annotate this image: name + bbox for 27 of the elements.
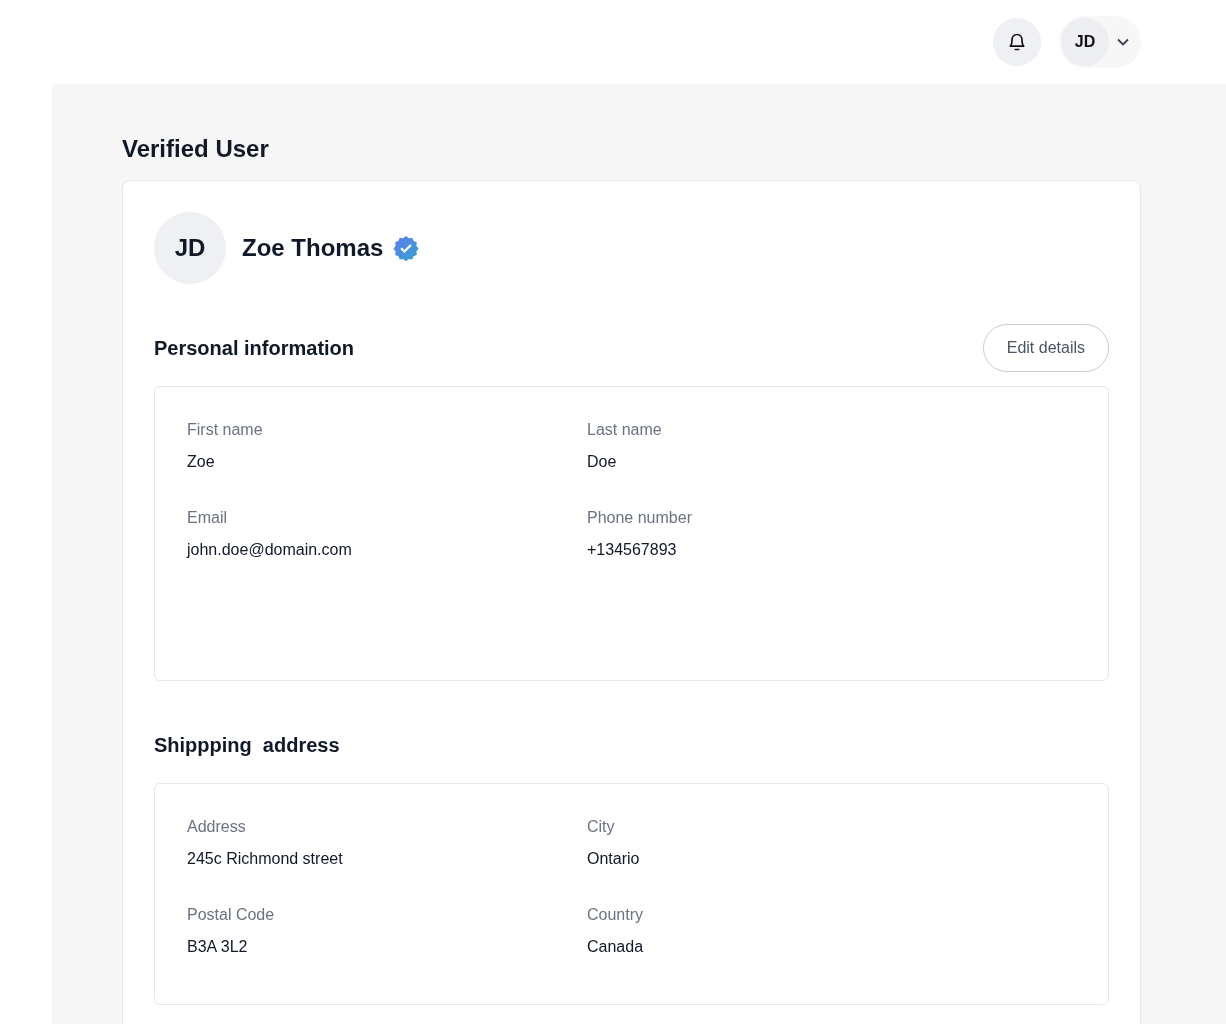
field-value: 245c Richmond street: [187, 850, 343, 868]
field-value: Doe: [587, 453, 617, 471]
field-value: B3A 3L2: [187, 938, 248, 956]
profile-avatar: JD: [154, 212, 226, 284]
field-label: Country: [587, 906, 644, 924]
user-avatar: JD: [1061, 18, 1109, 66]
chevron-down-icon: [1117, 38, 1129, 46]
edit-details-button[interactable]: Edit details: [982, 324, 1109, 372]
section-title: Shippping address: [154, 733, 340, 757]
field-value: Zoe: [187, 453, 215, 471]
field-label: First name: [187, 421, 263, 439]
section-title: Personal information: [154, 336, 355, 360]
user-menu-button[interactable]: JD: [1059, 16, 1141, 68]
field-label: City: [587, 818, 615, 836]
notification-button[interactable]: [993, 18, 1041, 66]
field-label: Postal Code: [187, 906, 275, 924]
field-value: +134567893: [587, 541, 677, 559]
field-value: Canada: [587, 938, 644, 956]
field-value: john.doe@domain.com: [187, 541, 352, 559]
field-label: Phone number: [587, 509, 692, 527]
page-title: Verified User: [122, 134, 270, 164]
bell-icon: [1007, 32, 1027, 52]
field-value: Ontario: [587, 850, 640, 868]
field-label: Email: [187, 509, 227, 527]
user-name: Zoe Thomas: [242, 234, 384, 262]
field-label: Last name: [587, 421, 662, 439]
field-label: Address: [187, 818, 246, 836]
